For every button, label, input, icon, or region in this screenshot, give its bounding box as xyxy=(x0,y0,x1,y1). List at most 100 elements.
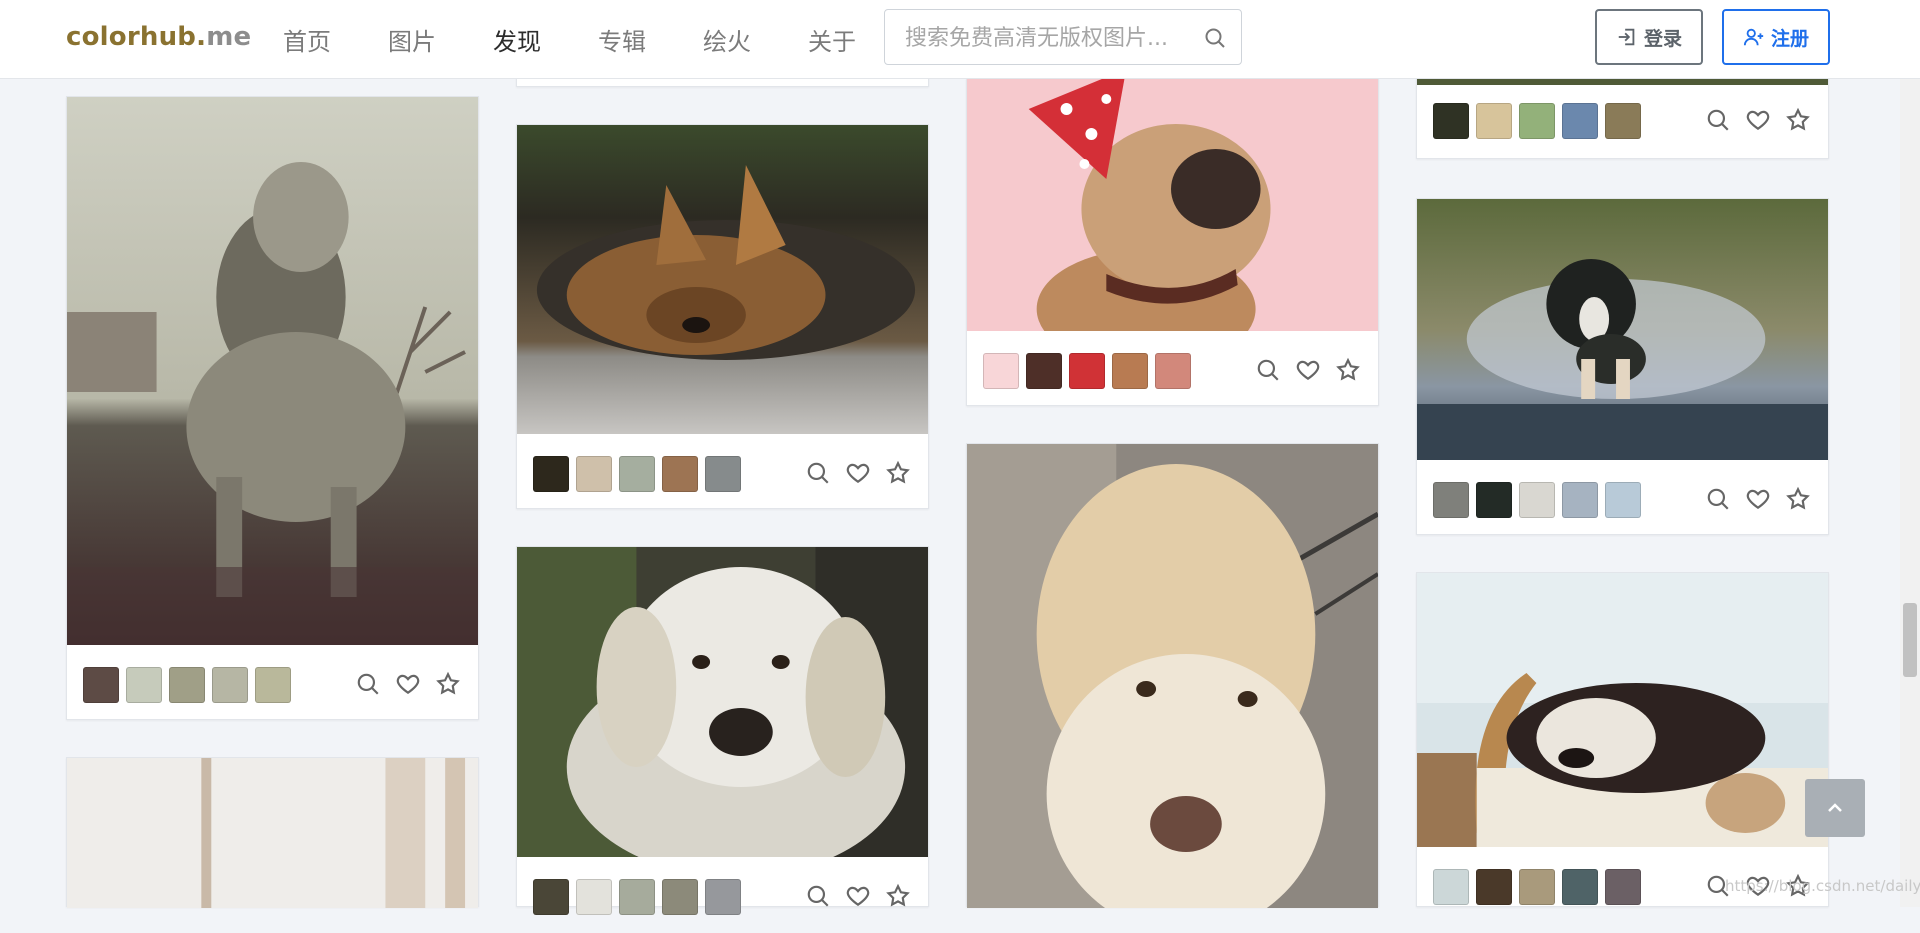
color-swatch[interactable] xyxy=(1069,353,1105,389)
card-footer xyxy=(517,434,928,510)
color-swatch[interactable] xyxy=(1433,103,1469,139)
brand-name: colorhub xyxy=(66,22,197,52)
card-footer xyxy=(1417,83,1828,159)
photo-card[interactable] xyxy=(966,78,1379,406)
photo-card[interactable] xyxy=(1416,198,1829,535)
page-scrollbar[interactable] xyxy=(1900,78,1920,907)
star-icon[interactable] xyxy=(885,460,911,486)
color-swatch[interactable] xyxy=(1519,103,1555,139)
photo-card[interactable] xyxy=(1416,572,1829,907)
color-swatch[interactable] xyxy=(1476,482,1512,518)
color-swatch[interactable] xyxy=(662,456,698,492)
heart-icon[interactable] xyxy=(1745,107,1771,133)
nav-item-about[interactable]: 关于 xyxy=(808,22,856,57)
heart-icon[interactable] xyxy=(395,671,421,697)
search-icon[interactable] xyxy=(1705,107,1731,133)
nav-item-draw[interactable]: 绘火 xyxy=(703,22,751,57)
color-swatch[interactable] xyxy=(1605,869,1641,905)
color-swatch[interactable] xyxy=(705,879,741,915)
color-swatch[interactable] xyxy=(619,456,655,492)
photo-card[interactable] xyxy=(66,757,479,908)
color-swatch[interactable] xyxy=(1026,353,1062,389)
signup-label: 注册 xyxy=(1770,27,1809,50)
signup-button[interactable]: 注册 xyxy=(1722,9,1830,65)
star-icon[interactable] xyxy=(1785,107,1811,133)
nav-item-home[interactable]: 首页 xyxy=(283,22,331,57)
color-swatch[interactable] xyxy=(1562,482,1598,518)
heart-icon[interactable] xyxy=(845,460,871,486)
top-navbar: colorhub.me 首页 图片 发现 专辑 绘火 关于 登录 注册 xyxy=(0,0,1920,79)
color-swatch[interactable] xyxy=(126,667,162,703)
color-swatch[interactable] xyxy=(1605,482,1641,518)
nav-item-discover[interactable]: 发现 xyxy=(493,22,541,57)
brand-dot: . xyxy=(196,22,207,52)
color-swatch[interactable] xyxy=(169,667,205,703)
color-swatch[interactable] xyxy=(705,456,741,492)
search-icon[interactable] xyxy=(1255,357,1281,383)
color-swatch[interactable] xyxy=(1519,482,1555,518)
color-swatch[interactable] xyxy=(1433,482,1469,518)
photo-image[interactable] xyxy=(967,79,1378,331)
color-swatch[interactable] xyxy=(1476,103,1512,139)
search-icon[interactable] xyxy=(355,671,381,697)
photo-image[interactable] xyxy=(517,125,928,434)
photo-card[interactable] xyxy=(966,443,1379,908)
star-icon[interactable] xyxy=(435,671,461,697)
search-box xyxy=(884,9,1242,65)
user-plus-icon xyxy=(1743,28,1764,46)
photo-image[interactable] xyxy=(517,547,928,857)
brand-logo[interactable]: colorhub.me xyxy=(66,22,251,52)
scrollbar-thumb[interactable] xyxy=(1903,603,1917,677)
color-swatch[interactable] xyxy=(1433,869,1469,905)
nav-item-photos[interactable]: 图片 xyxy=(388,22,436,57)
card-footer xyxy=(967,331,1378,407)
login-button[interactable]: 登录 xyxy=(1595,9,1703,65)
photo-card[interactable] xyxy=(516,124,929,509)
nav-item-albums[interactable]: 专辑 xyxy=(598,22,646,57)
photo-image[interactable] xyxy=(1417,199,1828,460)
card-footer xyxy=(1417,460,1828,536)
color-swatch[interactable] xyxy=(1562,103,1598,139)
back-to-top-button[interactable] xyxy=(1805,779,1865,837)
heart-icon[interactable] xyxy=(1745,486,1771,512)
heart-icon[interactable] xyxy=(845,883,871,909)
photo-card[interactable] xyxy=(516,546,929,915)
star-icon[interactable] xyxy=(885,883,911,909)
color-swatch[interactable] xyxy=(1112,353,1148,389)
color-swatch[interactable] xyxy=(1562,869,1598,905)
color-swatch[interactable] xyxy=(662,879,698,915)
color-swatch[interactable] xyxy=(576,879,612,915)
color-swatch[interactable] xyxy=(212,667,248,703)
photo-image[interactable] xyxy=(1417,573,1828,847)
card-footer xyxy=(67,645,478,721)
card-footer xyxy=(517,857,928,933)
color-swatch[interactable] xyxy=(83,667,119,703)
watermark-text: https://blog.csdn.net/daily2 xyxy=(1725,877,1920,895)
photo-image[interactable] xyxy=(967,444,1378,908)
color-swatch[interactable] xyxy=(983,353,1019,389)
photo-image[interactable] xyxy=(67,758,478,908)
photo-image[interactable] xyxy=(67,97,478,645)
search-icon[interactable] xyxy=(805,883,831,909)
color-swatch[interactable] xyxy=(1519,869,1555,905)
login-label: 登录 xyxy=(1643,27,1682,50)
chevron-up-icon xyxy=(1828,803,1842,812)
color-swatch[interactable] xyxy=(1155,353,1191,389)
color-swatch[interactable] xyxy=(1605,103,1641,139)
search-icon[interactable] xyxy=(1705,486,1731,512)
color-swatch[interactable] xyxy=(533,879,569,915)
brand-tld: me xyxy=(206,22,252,52)
color-swatch[interactable] xyxy=(255,667,291,703)
star-icon[interactable] xyxy=(1785,486,1811,512)
login-icon xyxy=(1618,28,1635,46)
color-swatch[interactable] xyxy=(576,456,612,492)
search-icon[interactable] xyxy=(805,460,831,486)
star-icon[interactable] xyxy=(1335,357,1361,383)
photo-card[interactable] xyxy=(66,96,479,720)
search-icon[interactable] xyxy=(1203,26,1227,50)
color-swatch[interactable] xyxy=(1476,869,1512,905)
color-swatch[interactable] xyxy=(619,879,655,915)
color-swatch[interactable] xyxy=(533,456,569,492)
heart-icon[interactable] xyxy=(1295,357,1321,383)
search-input[interactable] xyxy=(903,22,1197,54)
